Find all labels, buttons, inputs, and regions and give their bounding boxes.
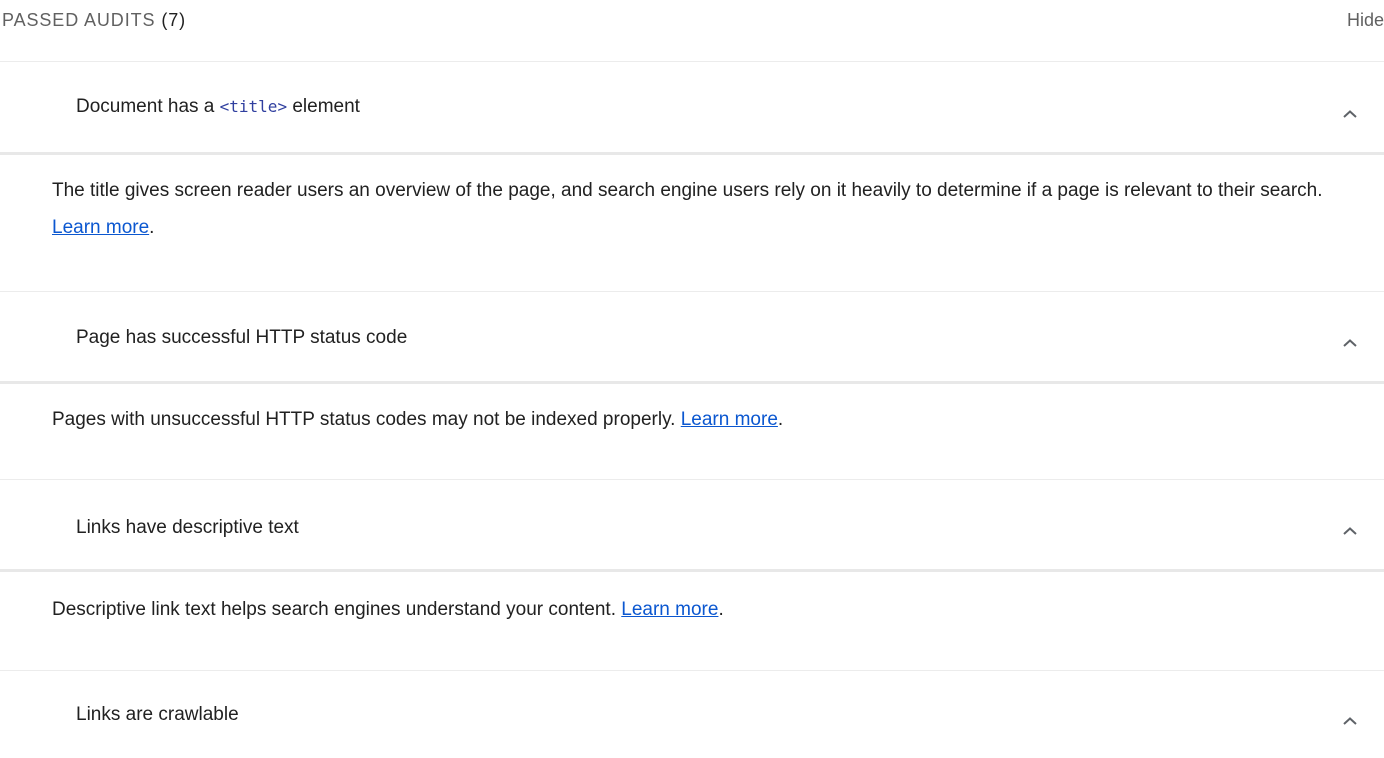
description-text: . (777, 409, 784, 430)
audit-description: The title gives screen reader users an o… (52, 172, 1342, 246)
group-title-label: PASSED AUDITS (2, 10, 156, 30)
audit-http-status-code: Page has successful HTTP status code Pag… (0, 292, 1384, 480)
divider (0, 381, 1384, 384)
description-text: . (149, 217, 155, 238)
description-text: The title gives screen reader users an o… (52, 180, 1323, 201)
audit-title: Links are crawlable (76, 704, 239, 725)
code-snippet: <title> (219, 97, 288, 116)
description-text: Descriptive link text helps search engin… (52, 599, 622, 620)
learn-more-link[interactable]: Learn more (681, 409, 778, 430)
audit-title: Page has successful HTTP status code (76, 327, 408, 348)
learn-more-link[interactable]: Learn more (621, 599, 718, 620)
learn-more-link[interactable]: Learn more (52, 217, 149, 238)
description-text: . (718, 599, 724, 620)
audit-links-crawlable: Links are crawlable (0, 671, 1384, 758)
chevron-up-icon[interactable] (1341, 108, 1359, 120)
passed-audits-header: PASSED AUDITS (7) Hide (0, 0, 1384, 40)
audit-description: Pages with unsuccessful HTTP status code… (52, 401, 1342, 438)
audit-summary-document-title[interactable]: Document has a <title> element (0, 62, 1384, 153)
chevron-up-icon[interactable] (1341, 337, 1359, 349)
audit-descriptive-link-text: Links have descriptive text Descriptive … (0, 480, 1384, 671)
audit-summary-descriptive-link-text[interactable]: Links have descriptive text (0, 480, 1384, 571)
group-title: PASSED AUDITS (7) (2, 10, 186, 31)
audit-document-title: Document has a <title> element The title… (0, 62, 1384, 292)
chevron-up-icon[interactable] (1341, 715, 1359, 727)
audit-title: Document has a <title> element (76, 96, 360, 118)
audit-description: Descriptive link text helps search engin… (52, 591, 1342, 628)
audit-title-text: element (287, 96, 360, 117)
divider (0, 569, 1384, 572)
audit-title-text: Document has a (76, 96, 220, 117)
description-text: Pages with unsuccessful HTTP status code… (52, 409, 681, 430)
hide-button[interactable]: Hide (1347, 10, 1384, 31)
audit-summary-http-status-code[interactable]: Page has successful HTTP status code (0, 292, 1384, 383)
group-count: (7) (161, 10, 187, 30)
passed-audits-panel: PASSED AUDITS (7) Hide Document has a <t… (0, 0, 1384, 758)
audit-title: Links have descriptive text (76, 517, 299, 538)
audit-summary-links-crawlable[interactable]: Links are crawlable (0, 671, 1384, 758)
divider (0, 152, 1384, 155)
chevron-up-icon[interactable] (1341, 525, 1359, 537)
